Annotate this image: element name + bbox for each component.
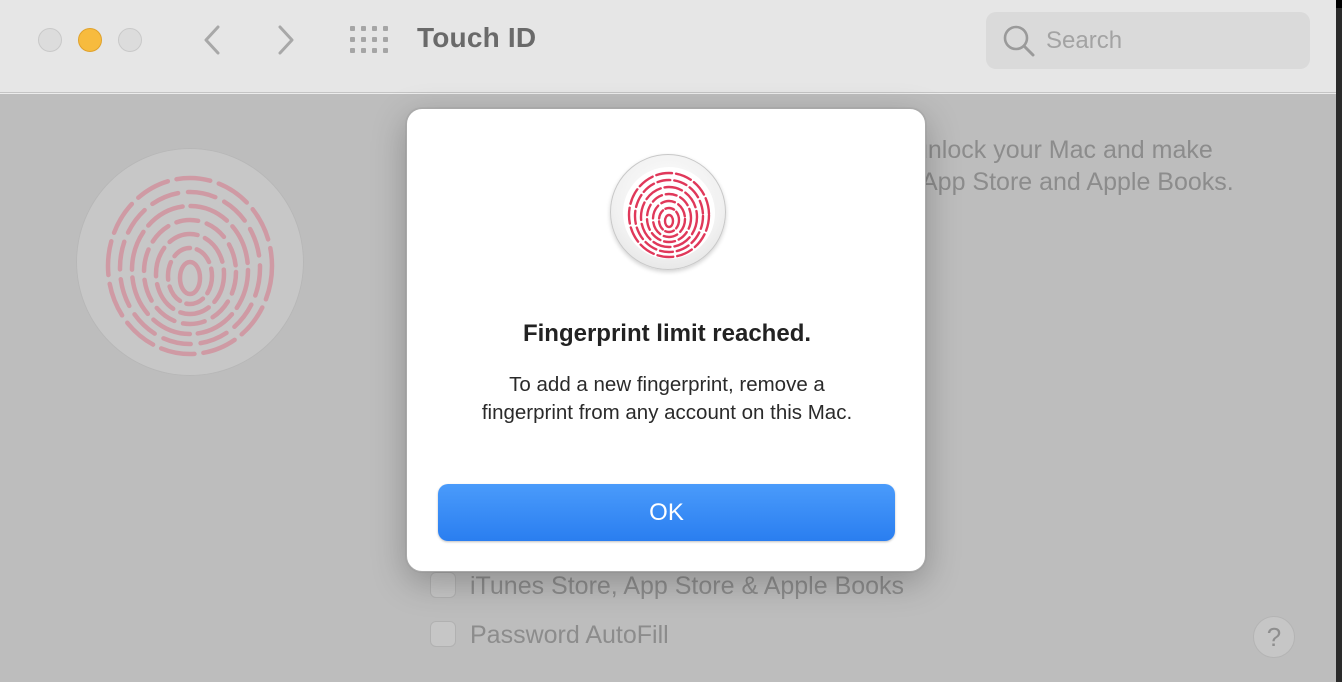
- alert-fingerprint-badge: [610, 154, 726, 270]
- minimize-window-button[interactable]: [78, 28, 102, 52]
- alert-message: To add a new fingerprint, remove a finge…: [481, 373, 853, 424]
- window-edge: [1336, 0, 1342, 682]
- chevron-left-icon: [204, 25, 220, 55]
- search-icon: [1003, 25, 1035, 57]
- system-preferences-window: Touch ID unlock you: [0, 0, 1336, 682]
- touch-id-description-line-1: unlock your Mac and make: [914, 136, 1213, 164]
- fingerprint-icon: [623, 167, 715, 259]
- password-autofill-checkbox-label[interactable]: Password AutoFill: [470, 621, 669, 650]
- fingerprint-icon: [105, 175, 275, 357]
- close-window-button[interactable]: [38, 28, 62, 52]
- alert-title: Fingerprint limit reached.: [522, 320, 812, 347]
- itunes-store-checkbox[interactable]: [430, 572, 456, 598]
- itunes-store-checkbox-label[interactable]: iTunes Store, App Store & Apple Books: [470, 572, 904, 601]
- chevron-right-icon: [278, 25, 294, 55]
- search-field[interactable]: [986, 12, 1310, 69]
- forward-button[interactable]: [270, 22, 302, 58]
- fingerprint-limit-alert: Fingerprint limit reached. To add a new …: [406, 108, 926, 572]
- toolbar: Touch ID: [0, 0, 1336, 93]
- touch-id-fingerprint-image: [76, 148, 304, 376]
- search-input[interactable]: [1046, 24, 1296, 58]
- window-title: Touch ID: [417, 22, 537, 53]
- show-all-button[interactable]: [350, 26, 388, 54]
- back-button[interactable]: [196, 22, 228, 58]
- help-button[interactable]: ?: [1253, 616, 1295, 658]
- zoom-window-button[interactable]: [118, 28, 142, 52]
- password-autofill-checkbox[interactable]: [430, 621, 456, 647]
- ok-button[interactable]: OK: [438, 484, 895, 541]
- touch-id-description-line-2: App Store and Apple Books.: [921, 168, 1234, 196]
